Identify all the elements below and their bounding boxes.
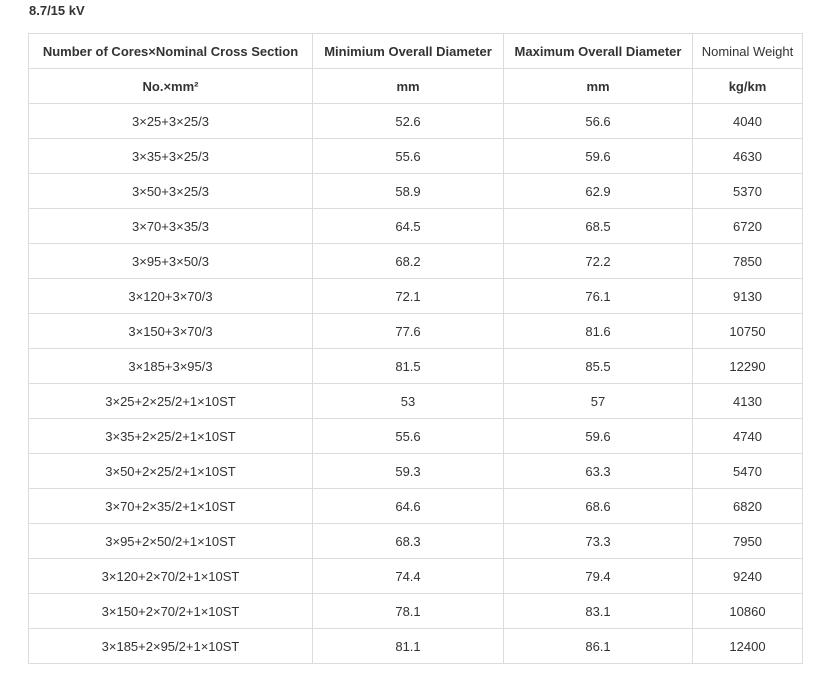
cell-max-diameter: 73.3 — [503, 523, 693, 559]
header-nominal-weight: Nominal Weight — [692, 33, 803, 69]
cell-nominal-weight: 4040 — [692, 103, 803, 139]
cell-cores-cross-section: 3×25+2×25/2+1×10ST — [28, 383, 313, 419]
cell-min-diameter: 55.6 — [312, 138, 504, 174]
table-row: 3×70+2×35/2+1×10ST 64.6 68.6 6820 — [28, 488, 803, 524]
table-header-row: Number of Cores×Nominal Cross Section Mi… — [28, 33, 803, 69]
cell-min-diameter: 77.6 — [312, 313, 504, 349]
table-unit-row: No.×mm² mm mm kg/km — [28, 68, 803, 104]
table-row: 3×185+3×95/3 81.5 85.5 12290 — [28, 348, 803, 384]
cell-cores-cross-section: 3×35+2×25/2+1×10ST — [28, 418, 313, 454]
cell-nominal-weight: 7850 — [692, 243, 803, 279]
cell-cores-cross-section: 3×70+3×35/3 — [28, 208, 313, 244]
cell-min-diameter: 81.1 — [312, 628, 504, 664]
cell-min-diameter: 53 — [312, 383, 504, 419]
cell-cores-cross-section: 3×35+3×25/3 — [28, 138, 313, 174]
cell-nominal-weight: 5470 — [692, 453, 803, 489]
table-row: 3×95+3×50/3 68.2 72.2 7850 — [28, 243, 803, 279]
header-min-diameter: Minimium Overall Diameter — [312, 33, 504, 69]
cell-nominal-weight: 4740 — [692, 418, 803, 454]
table-row: 3×25+3×25/3 52.6 56.6 4040 — [28, 103, 803, 139]
cell-max-diameter: 57 — [503, 383, 693, 419]
cell-cores-cross-section: 3×25+3×25/3 — [28, 103, 313, 139]
cell-max-diameter: 59.6 — [503, 418, 693, 454]
cell-max-diameter: 83.1 — [503, 593, 693, 629]
cell-nominal-weight: 5370 — [692, 173, 803, 209]
cell-nominal-weight: 10750 — [692, 313, 803, 349]
cell-max-diameter: 72.2 — [503, 243, 693, 279]
cell-cores-cross-section: 3×120+2×70/2+1×10ST — [28, 558, 313, 594]
cell-cores-cross-section: 3×185+3×95/3 — [28, 348, 313, 384]
cell-min-diameter: 74.4 — [312, 558, 504, 594]
cell-cores-cross-section: 3×50+2×25/2+1×10ST — [28, 453, 313, 489]
spec-table: Number of Cores×Nominal Cross Section Mi… — [28, 33, 803, 664]
cell-min-diameter: 64.5 — [312, 208, 504, 244]
table-row: 3×50+3×25/3 58.9 62.9 5370 — [28, 173, 803, 209]
cell-cores-cross-section: 3×150+2×70/2+1×10ST — [28, 593, 313, 629]
unit-min-diameter: mm — [312, 68, 504, 104]
table-row: 3×25+2×25/2+1×10ST 53 57 4130 — [28, 383, 803, 419]
cell-nominal-weight: 9130 — [692, 278, 803, 314]
table-row: 3×185+2×95/2+1×10ST 81.1 86.1 12400 — [28, 628, 803, 664]
table-row: 3×120+2×70/2+1×10ST 74.4 79.4 9240 — [28, 558, 803, 594]
cell-max-diameter: 76.1 — [503, 278, 693, 314]
cell-nominal-weight: 10860 — [692, 593, 803, 629]
cell-nominal-weight: 6720 — [692, 208, 803, 244]
cell-nominal-weight: 4630 — [692, 138, 803, 174]
cell-max-diameter: 68.6 — [503, 488, 693, 524]
table-row: 3×95+2×50/2+1×10ST 68.3 73.3 7950 — [28, 523, 803, 559]
cell-max-diameter: 81.6 — [503, 313, 693, 349]
header-cores-cross-section: Number of Cores×Nominal Cross Section — [28, 33, 313, 69]
cell-min-diameter: 68.3 — [312, 523, 504, 559]
cell-min-diameter: 72.1 — [312, 278, 504, 314]
cell-cores-cross-section: 3×50+3×25/3 — [28, 173, 313, 209]
cell-cores-cross-section: 3×95+2×50/2+1×10ST — [28, 523, 313, 559]
cell-nominal-weight: 4130 — [692, 383, 803, 419]
cell-max-diameter: 85.5 — [503, 348, 693, 384]
cell-cores-cross-section: 3×70+2×35/2+1×10ST — [28, 488, 313, 524]
table-row: 3×35+3×25/3 55.6 59.6 4630 — [28, 138, 803, 174]
cell-max-diameter: 79.4 — [503, 558, 693, 594]
cell-min-diameter: 59.3 — [312, 453, 504, 489]
cell-min-diameter: 78.1 — [312, 593, 504, 629]
table-row: 3×50+2×25/2+1×10ST 59.3 63.3 5470 — [28, 453, 803, 489]
unit-max-diameter: mm — [503, 68, 693, 104]
cell-min-diameter: 52.6 — [312, 103, 504, 139]
table-row: 3×70+3×35/3 64.5 68.5 6720 — [28, 208, 803, 244]
cell-max-diameter: 86.1 — [503, 628, 693, 664]
unit-nominal-weight: kg/km — [692, 68, 803, 104]
cell-cores-cross-section: 3×185+2×95/2+1×10ST — [28, 628, 313, 664]
cell-nominal-weight: 6820 — [692, 488, 803, 524]
cell-min-diameter: 81.5 — [312, 348, 504, 384]
cell-cores-cross-section: 3×150+3×70/3 — [28, 313, 313, 349]
cell-nominal-weight: 9240 — [692, 558, 803, 594]
cell-cores-cross-section: 3×120+3×70/3 — [28, 278, 313, 314]
cell-nominal-weight: 7950 — [692, 523, 803, 559]
cell-nominal-weight: 12290 — [692, 348, 803, 384]
table-row: 3×150+2×70/2+1×10ST 78.1 83.1 10860 — [28, 593, 803, 629]
cell-max-diameter: 59.6 — [503, 138, 693, 174]
table-row: 3×150+3×70/3 77.6 81.6 10750 — [28, 313, 803, 349]
cell-nominal-weight: 12400 — [692, 628, 803, 664]
header-max-diameter: Maximum Overall Diameter — [503, 33, 693, 69]
table-row: 3×35+2×25/2+1×10ST 55.6 59.6 4740 — [28, 418, 803, 454]
cell-min-diameter: 68.2 — [312, 243, 504, 279]
cell-max-diameter: 62.9 — [503, 173, 693, 209]
cell-min-diameter: 55.6 — [312, 418, 504, 454]
table-row: 3×120+3×70/3 72.1 76.1 9130 — [28, 278, 803, 314]
cell-max-diameter: 56.6 — [503, 103, 693, 139]
cell-cores-cross-section: 3×95+3×50/3 — [28, 243, 313, 279]
page-heading: 8.7/15 kV — [29, 3, 85, 18]
cell-max-diameter: 68.5 — [503, 208, 693, 244]
unit-cores-cross-section: No.×mm² — [28, 68, 313, 104]
cell-max-diameter: 63.3 — [503, 453, 693, 489]
cell-min-diameter: 64.6 — [312, 488, 504, 524]
cell-min-diameter: 58.9 — [312, 173, 504, 209]
